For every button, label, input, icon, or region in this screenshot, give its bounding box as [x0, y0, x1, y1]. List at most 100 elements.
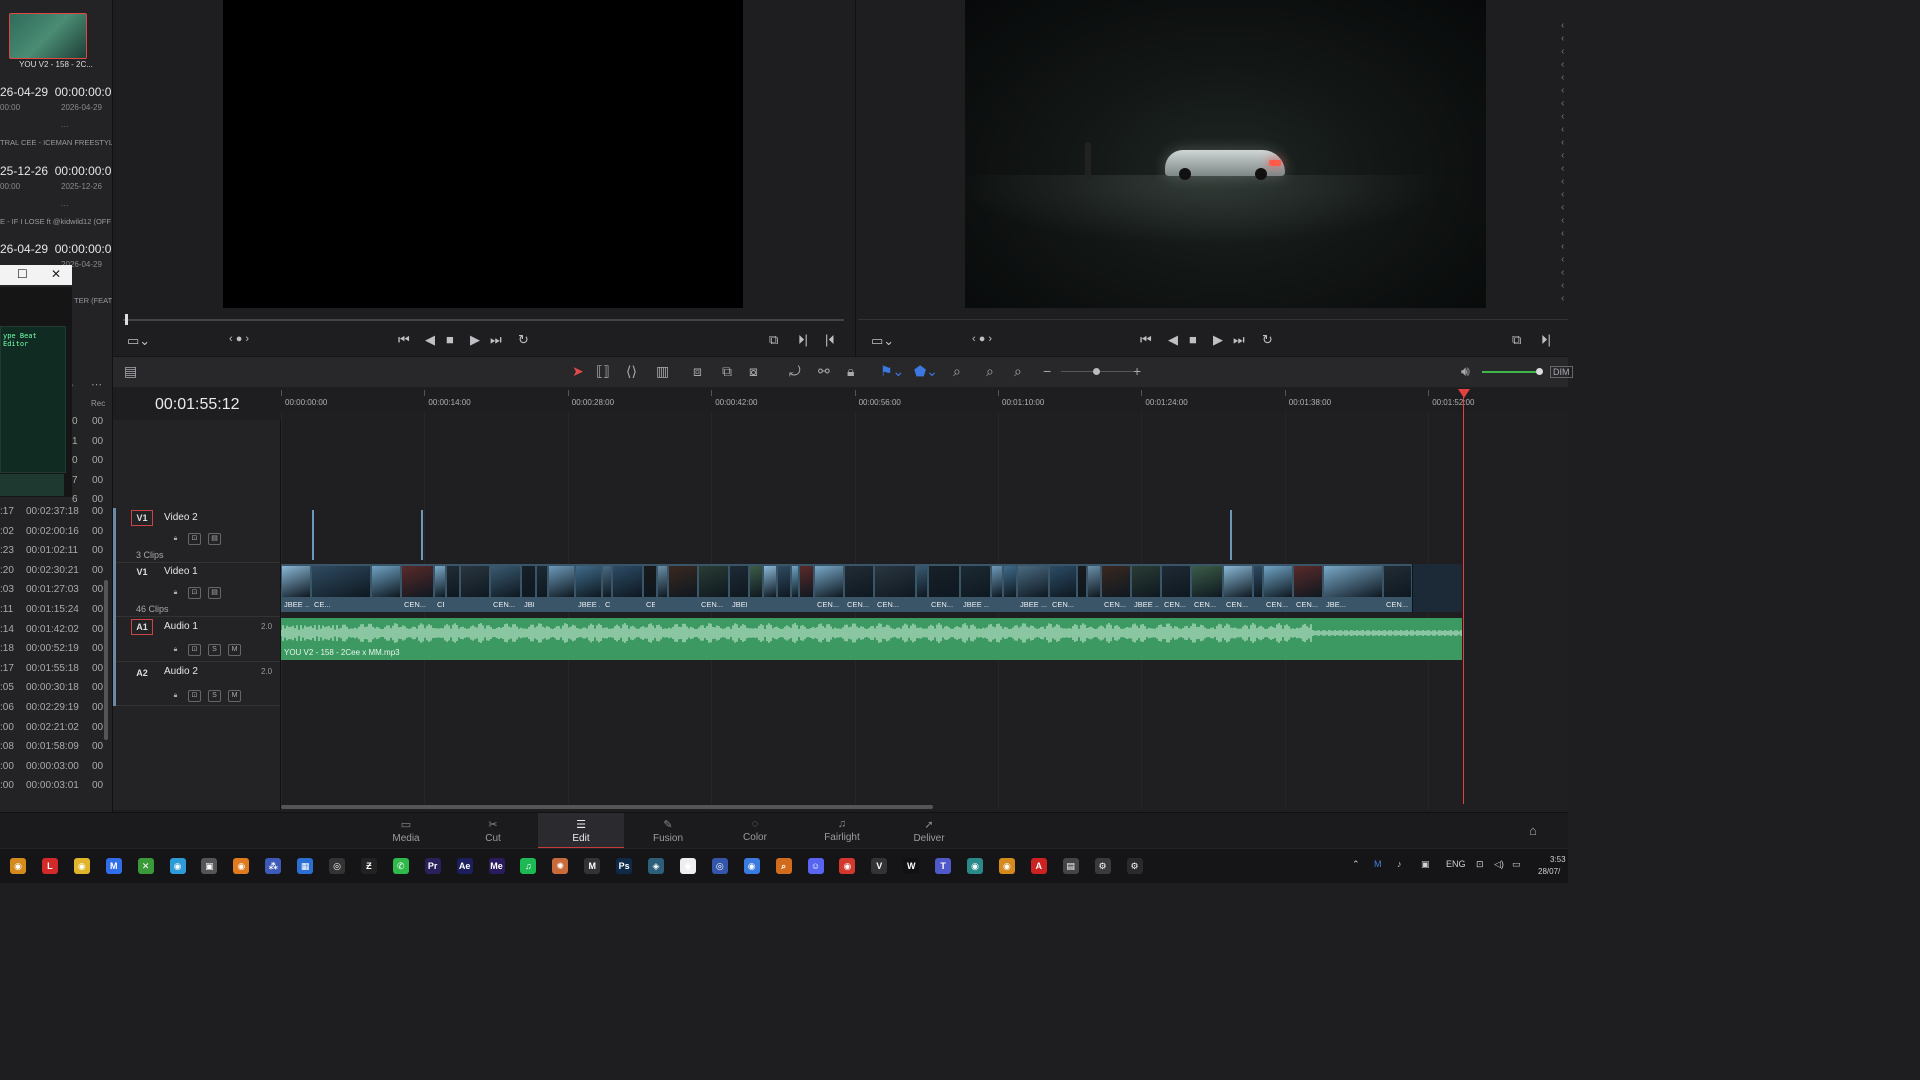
app-icon-28[interactable]: V: [871, 858, 888, 874]
source-viewer[interactable]: [223, 0, 743, 308]
track-header-video-2[interactable]: V1 Video 2 🔒︎ ⊡ ▤ 3 Clips: [113, 508, 280, 563]
go-to-start-icon[interactable]: ⏮: [398, 332, 410, 348]
track-header-video-1[interactable]: V1 Video 1 🔒︎ ⊡ ▤ 46 Clips: [113, 562, 280, 617]
go-to-end-icon[interactable]: ⏭: [490, 332, 502, 348]
volume-slider-knob[interactable]: [1536, 368, 1543, 375]
floating-window-titlebar[interactable]: ☐ ✕: [0, 265, 72, 285]
video-clip[interactable]: CEN...: [1293, 564, 1324, 612]
app-icon-6[interactable]: ◉: [169, 858, 186, 874]
marker-icon[interactable]: ⬟⌄: [914, 363, 938, 380]
match-frame-icon[interactable]: ⧉: [1512, 332, 1521, 348]
mark-out-icon[interactable]: ⏵|: [798, 332, 808, 348]
video-clip[interactable]: JBEE ...: [281, 564, 312, 612]
collapse-chevron-icon[interactable]: ‹: [1561, 176, 1564, 187]
blade-tool-icon[interactable]: ▥: [656, 363, 669, 380]
close-icon[interactable]: ✕: [51, 267, 61, 281]
video-clip[interactable]: CEN...: [1161, 564, 1192, 612]
track-badge[interactable]: V1: [131, 564, 153, 580]
video-clip[interactable]: CE...: [311, 564, 372, 612]
app-icon-L[interactable]: L: [41, 858, 58, 874]
app-icon-23[interactable]: ◎: [711, 858, 728, 874]
collapse-chevron-icon[interactable]: ‹: [1561, 33, 1564, 44]
app-icon-teams[interactable]: T: [935, 858, 952, 874]
media-list-row[interactable]: :17 00:02:37:18 00: [0, 506, 104, 524]
dim-button[interactable]: DIM: [1550, 366, 1573, 378]
app-icon-whatsapp[interactable]: ✆: [392, 858, 409, 874]
app-icon-8[interactable]: ◉: [233, 858, 250, 874]
timeline-horizontal-scrollbar[interactable]: [281, 805, 933, 809]
video-clip[interactable]: [612, 564, 644, 612]
tab-fairlight[interactable]: ♫ Fairlight: [799, 813, 885, 849]
media-list-row[interactable]: :18 00:00:52:19 00: [0, 643, 104, 661]
play-reverse-icon[interactable]: ◀: [425, 332, 435, 348]
media-list-row[interactable]: :08 00:01:58:09 00: [0, 741, 104, 759]
media-list-row[interactable]: :02 00:02:00:16 00: [0, 526, 104, 544]
column-header-rec[interactable]: Rec: [91, 399, 105, 408]
network-icon[interactable]: ⊡: [1476, 859, 1484, 870]
media-list-row[interactable]: :06 00:02:29:19 00: [0, 702, 104, 720]
media-thumbnail[interactable]: [9, 13, 87, 59]
app-icon-claude[interactable]: ✺: [552, 858, 569, 874]
track-enable-icon[interactable]: ⊡: [188, 690, 201, 702]
collapse-chevron-icon[interactable]: ‹: [1561, 202, 1564, 213]
collapse-chevron-icon[interactable]: ‹: [1561, 163, 1564, 174]
app-icon-32[interactable]: ◉: [998, 858, 1015, 874]
timeline-ruler[interactable]: 00:00:00:00 00:00:14:00 00:00:28:00 00:00:4…: [281, 390, 1568, 413]
battery-icon[interactable]: ▭: [1512, 859, 1521, 870]
playhead-handle[interactable]: [1458, 389, 1470, 398]
lock-icon[interactable]: 🔒︎: [170, 588, 181, 598]
viewer-layout-icon[interactable]: ▭⌄: [871, 333, 894, 349]
app-icon-spotify[interactable]: ♫: [520, 858, 537, 874]
app-icon-settings[interactable]: ⚙: [1094, 858, 1111, 874]
play-icon[interactable]: ▶: [1213, 332, 1223, 348]
collapse-chevron-icon[interactable]: ‹: [1561, 85, 1564, 96]
video-2-clip[interactable]: [312, 510, 314, 560]
position-lock-icon[interactable]: 🔒︎: [847, 363, 854, 380]
insert-clip-icon[interactable]: ⧈: [693, 363, 702, 380]
video-1-track[interactable]: JBEE ... CE... CEN... CEN... CEN... JBEE ... J…: [281, 564, 1462, 612]
solo-button[interactable]: S: [208, 644, 221, 656]
app-icon-calc[interactable]: ▤: [1062, 858, 1079, 874]
app-icon-12[interactable]: Ƶ: [360, 858, 377, 874]
video-2-clip[interactable]: [1230, 510, 1232, 560]
media-list-row[interactable]: :20 00:02:30:21 00: [0, 565, 104, 583]
collapse-chevron-icon[interactable]: ‹: [1561, 59, 1564, 70]
video-clip[interactable]: CEN...: [928, 564, 961, 612]
dynamic-trim-icon[interactable]: ⟨⟩: [626, 363, 637, 380]
timeline-tracks[interactable]: JBEE ... CE... CEN... CEN... CEN... JBEE ... J…: [281, 412, 1568, 810]
selection-tool-icon[interactable]: ➤: [572, 363, 584, 380]
zoom-custom-icon[interactable]: ⌕: [1014, 363, 1022, 380]
video-clip[interactable]: [763, 564, 778, 612]
media-list-row[interactable]: :23 00:01:02:11 00: [0, 545, 104, 563]
linked-selection-icon[interactable]: ⚯: [818, 363, 830, 380]
lock-icon[interactable]: 🔒︎: [170, 534, 181, 544]
jog-control-icon[interactable]: ‹ ● ›: [229, 333, 249, 345]
media-list-row[interactable]: :00 00:00:03:01 00: [0, 780, 104, 798]
app-icon-10[interactable]: ▦: [297, 858, 314, 874]
mark-out-icon[interactable]: ⏵|: [1541, 332, 1551, 348]
zoom-full-icon[interactable]: ⌕: [953, 363, 961, 380]
collapse-chevron-icon[interactable]: ‹: [1561, 150, 1564, 161]
media-list-row[interactable]: :17 00:01:55:18 00: [0, 663, 104, 681]
video-clip[interactable]: [1087, 564, 1102, 612]
tab-fusion[interactable]: ✎ Fusion: [625, 813, 711, 849]
app-icon-3[interactable]: ◉: [73, 858, 90, 874]
program-viewer[interactable]: [965, 0, 1486, 308]
video-clip[interactable]: JBEE ...: [521, 564, 537, 612]
trim-tool-icon[interactable]: ⟦⟧: [596, 363, 610, 380]
loop-icon[interactable]: ↻: [1262, 332, 1273, 348]
auto-track-icon[interactable]: ▤: [208, 533, 221, 545]
video-clip[interactable]: [460, 564, 491, 612]
video-clip[interactable]: CEN...: [401, 564, 435, 612]
track-header-audio-2[interactable]: A2 Audio 2 2.0 🔒︎ ⊡ S M: [113, 661, 280, 706]
app-icon-7[interactable]: ▣: [201, 858, 218, 874]
app-icon-1[interactable]: ◉: [10, 858, 26, 874]
video-clip[interactable]: [1003, 564, 1018, 612]
video-clip[interactable]: CEN...: [1049, 564, 1078, 612]
video-clip[interactable]: CEN...: [1223, 564, 1254, 612]
collapse-chevron-icon[interactable]: ‹: [1561, 280, 1564, 291]
video-clip[interactable]: [749, 564, 764, 612]
app-icon-search[interactable]: ⌕: [775, 858, 792, 874]
video-clip[interactable]: CEN...: [874, 564, 917, 612]
video-clip[interactable]: JBEE ...: [1017, 564, 1050, 612]
